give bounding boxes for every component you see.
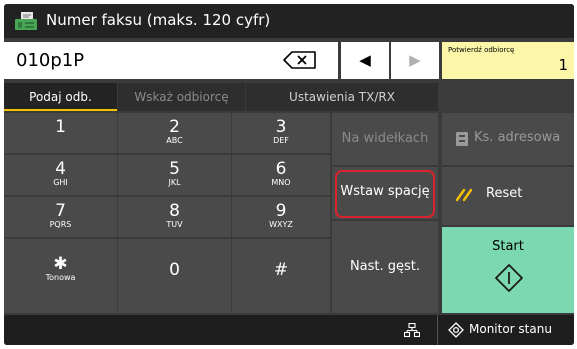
key-7-digit: 7: [55, 201, 66, 221]
cursor-right-button[interactable]: ▶: [391, 42, 439, 79]
tab-tx-rx-settings[interactable]: Ustawienia TX/RX: [246, 83, 438, 111]
key-9-letters: WXYZ: [269, 220, 293, 229]
tab-specify-recipient[interactable]: Wskaż odbiorcę: [118, 83, 245, 111]
on-hook-button[interactable]: Na widełkach: [332, 113, 438, 165]
title-bar: Numer faksu (maks. 120 cyfr): [4, 4, 574, 38]
address-book-button[interactable]: Ks. adresowa: [442, 113, 574, 165]
key-3-digit: 3: [275, 117, 287, 137]
key-8-digit: 8: [169, 201, 180, 221]
status-bar: Monitor stanu: [4, 315, 574, 345]
key-star-tone[interactable]: ✱ Tonowa: [4, 239, 117, 313]
key-5[interactable]: 5 JKL: [118, 155, 231, 195]
page-title: Numer faksu (maks. 120 cyfr): [46, 11, 271, 29]
fax-icon: [14, 11, 38, 31]
reset-label: Reset: [486, 186, 523, 201]
network-icon[interactable]: [403, 322, 421, 342]
key-0-digit: 0: [169, 260, 180, 280]
backspace-icon[interactable]: [281, 48, 319, 72]
next-digit-button[interactable]: Nast. gęst.: [332, 221, 438, 313]
key-6-letters: MNO: [271, 178, 291, 187]
status-monitor-icon: [448, 322, 464, 342]
status-divider: [437, 315, 438, 345]
key-4[interactable]: 4 GHI: [4, 155, 117, 195]
fax-number-input[interactable]: 010p1P: [4, 42, 338, 79]
insert-space-highlight: Wstaw spację: [335, 170, 435, 218]
confirm-recipient-button[interactable]: Potwierdź odbiorcę 1: [442, 42, 574, 79]
start-icon: [494, 263, 524, 297]
address-book-icon: [456, 132, 468, 146]
key-3-letters: DEF: [273, 136, 289, 145]
key-6-digit: 6: [275, 159, 287, 179]
fax-screen: Numer faksu (maks. 120 cyfr) 010p1P ◀ ▶ …: [4, 4, 574, 345]
key-8[interactable]: 8 TUV: [118, 197, 231, 237]
key-2-letters: ABC: [166, 136, 183, 145]
address-book-label: Ks. adresowa: [474, 130, 561, 145]
status-monitor-label: Monitor stanu: [469, 322, 552, 336]
key-5-digit: 5: [169, 159, 180, 179]
reset-button[interactable]: Reset: [442, 167, 574, 225]
key-7-letters: PQRS: [49, 220, 72, 229]
key-2[interactable]: 2 ABC: [118, 113, 231, 153]
key-star-label: Tonowa: [45, 273, 76, 282]
key-6[interactable]: 6 MNO: [232, 155, 330, 195]
key-9[interactable]: 9 WXYZ: [232, 197, 330, 237]
status-monitor-button[interactable]: Monitor stanu: [440, 315, 574, 345]
key-hash[interactable]: #: [232, 239, 330, 313]
start-button[interactable]: Start: [442, 227, 574, 313]
key-0[interactable]: 0: [118, 239, 231, 313]
cursor-left-button[interactable]: ◀: [341, 42, 389, 79]
insert-space-button[interactable]: Wstaw spację: [332, 167, 438, 219]
key-8-letters: TUV: [166, 220, 183, 229]
tab-enter-recipient[interactable]: Podaj odb.: [4, 83, 117, 111]
key-4-letters: GHI: [53, 178, 68, 187]
reset-icon: [455, 188, 474, 206]
key-3[interactable]: 3 DEF: [232, 113, 330, 153]
key-2-digit: 2: [169, 117, 180, 137]
key-1-digit: 1: [55, 117, 66, 137]
fax-number-value: 010p1P: [16, 50, 85, 71]
key-5-letters: JKL: [168, 178, 181, 187]
recipient-count: 1: [558, 56, 568, 74]
key-star-digit: ✱: [53, 254, 68, 274]
key-9-digit: 9: [275, 201, 287, 221]
start-label: Start: [492, 239, 524, 254]
key-1[interactable]: 1: [4, 113, 117, 153]
key-7[interactable]: 7 PQRS: [4, 197, 117, 237]
key-hash-digit: #: [273, 260, 289, 280]
confirm-recipient-label: Potwierdź odbiorcę: [448, 46, 515, 54]
key-4-digit: 4: [55, 159, 66, 179]
